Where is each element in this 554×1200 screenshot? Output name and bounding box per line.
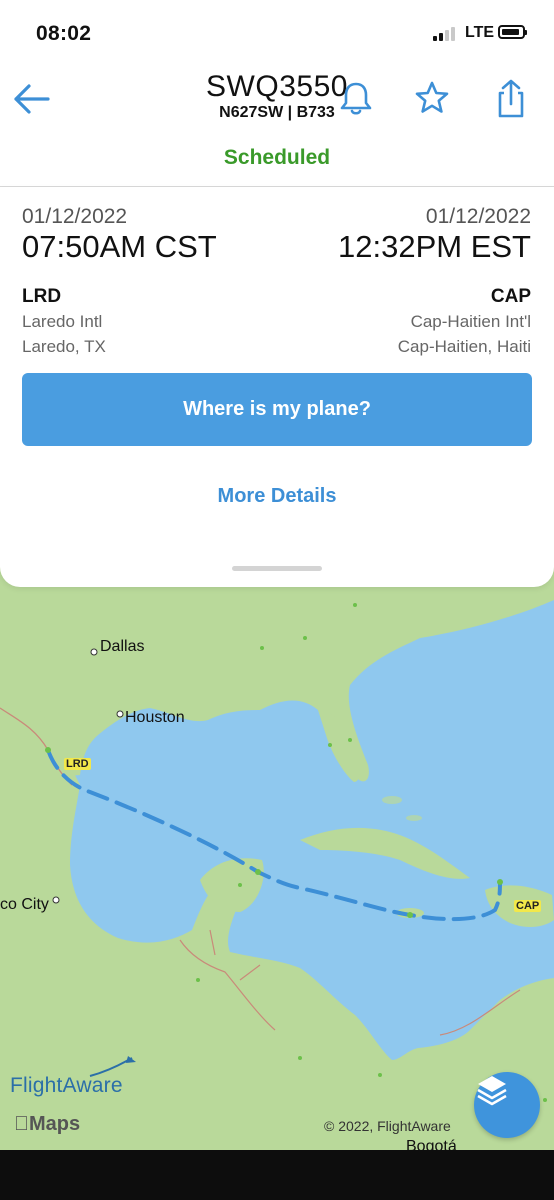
flight-title: SWQ3550 N627SW | B733 (0, 70, 554, 122)
map-city-mexico: co City (0, 896, 49, 913)
star-icon[interactable] (412, 78, 452, 118)
flightaware-logo: FlightAware (10, 1056, 136, 1098)
map-city-houston: Houston (125, 709, 185, 726)
layers-button[interactable] (474, 1072, 540, 1138)
departure-time: 07:50AM CST (22, 229, 217, 264)
map-city-dallas: Dallas (100, 638, 145, 655)
arrival-date: 01/12/2022 (425, 205, 531, 228)
clock: 08:02 (36, 22, 92, 45)
departure-airport: Laredo Intl (22, 312, 103, 331)
departure-code[interactable]: LRD (22, 286, 61, 308)
plane-icon (89, 1056, 136, 1077)
destination-airport-tag[interactable]: CAP (514, 900, 542, 912)
share-icon[interactable] (490, 78, 530, 118)
back-arrow-icon[interactable] (12, 82, 52, 116)
arrival-code[interactable]: CAP (491, 286, 531, 308)
flight-header: SWQ3550 N627SW | B733 Scheduled (0, 68, 554, 186)
layers-icon (477, 1076, 507, 1106)
map-city-bogota: Bogotá (406, 1138, 457, 1150)
arrival-time: 12:32PM EST (338, 229, 531, 264)
flight-map[interactable]: Dallas Houston co City LRD CAP FlightAwa… (0, 560, 554, 1150)
signal-icon (433, 27, 455, 41)
apple-icon:  (14, 1113, 29, 1135)
bell-icon[interactable] (336, 78, 376, 118)
origin-airport-tag[interactable]: LRD (64, 758, 91, 770)
arrival-airport: Cap-Haitien Int'l (410, 312, 531, 331)
drag-handle[interactable] (232, 566, 322, 571)
apple-maps-logo: Maps (14, 1113, 80, 1136)
flight-info-card: 01/12/2022 01/12/2022 07:50AM CST 12:32P… (0, 187, 554, 587)
battery-icon (498, 25, 527, 39)
bottom-bar (0, 1150, 554, 1200)
status-bar: 08:02 LTE (0, 0, 554, 68)
map-copyright: © 2022, FlightAware (324, 1118, 451, 1134)
maps-label: Maps (14, 1113, 80, 1135)
network-label: LTE (465, 24, 495, 41)
registration-type: N627SW | B733 (219, 104, 335, 121)
more-details-link[interactable]: More Details (0, 485, 554, 508)
where-is-my-plane-button[interactable]: Where is my plane? (22, 373, 532, 446)
departure-city: Laredo, TX (22, 337, 106, 356)
arrival-city: Cap-Haitien, Haiti (397, 337, 531, 356)
departure-date: 01/12/2022 (22, 205, 128, 228)
flight-number: SWQ3550 (206, 70, 348, 103)
flight-status: Scheduled (223, 146, 331, 169)
